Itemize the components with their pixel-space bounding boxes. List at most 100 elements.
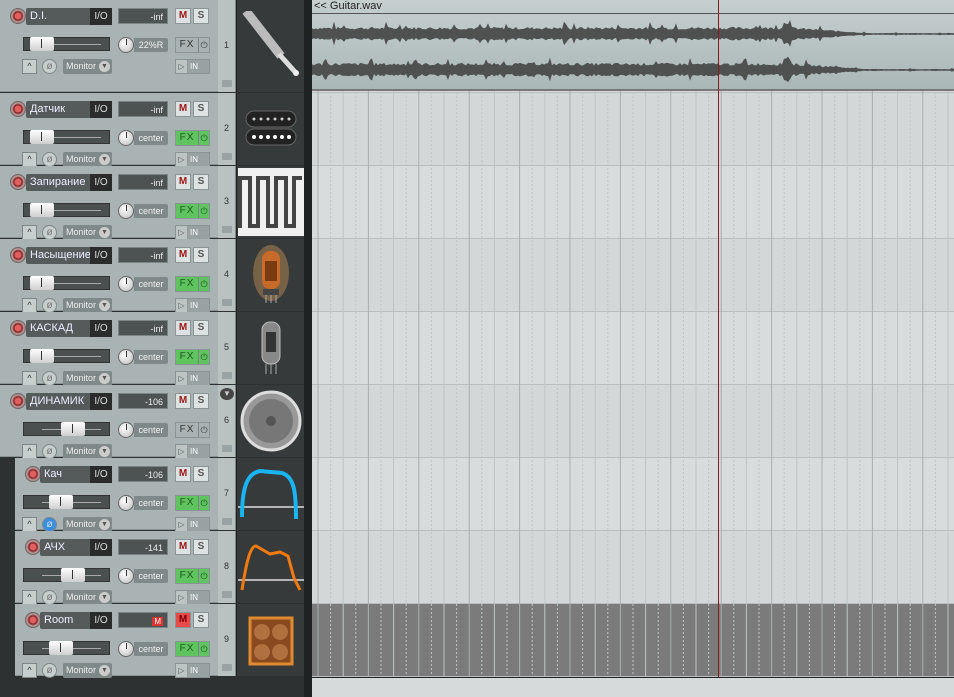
glowing-tube-icon[interactable] [236, 239, 304, 311]
folder-icon[interactable] [222, 153, 232, 160]
pan-knob[interactable] [118, 641, 134, 657]
envelope-button[interactable]: ^ [22, 298, 37, 313]
bandpass-curve-blue-icon[interactable] [236, 458, 304, 530]
monitor-dropdown[interactable]: Monitor ▼ [63, 225, 112, 240]
mute-button[interactable]: M [175, 612, 191, 628]
fx-button[interactable]: FX ⏻ [175, 203, 210, 219]
folder-icon[interactable] [222, 664, 232, 671]
folder-icon[interactable] [222, 518, 232, 525]
track-2[interactable]: Датчик I/O -inf M S center FX ⏻ ^ ø Monit… [0, 93, 304, 167]
fx-bypass-power-icon[interactable]: ⏻ [198, 423, 209, 437]
envelope-button[interactable]: ^ [22, 444, 37, 459]
track-name[interactable]: АЧХ [40, 539, 90, 556]
fx-bypass-power-icon[interactable]: ⏻ [198, 642, 209, 656]
fx-button[interactable]: FX ⏻ [175, 37, 210, 53]
track-6[interactable]: ДИНАМИК I/O -106 M S center FX ⏻ ^ ø Moni… [0, 385, 304, 459]
input-fx-button[interactable]: ▷ IN [175, 371, 210, 386]
record-arm-button[interactable] [10, 393, 26, 409]
volume-fader[interactable] [23, 349, 110, 363]
volume-fader[interactable] [23, 37, 110, 51]
record-arm-button[interactable] [25, 466, 41, 482]
mute-button[interactable]: M [175, 8, 191, 24]
guitar-jack-icon[interactable] [236, 0, 304, 92]
horizontal-scrollbar-area[interactable] [312, 677, 954, 697]
mute-button[interactable]: M [175, 393, 191, 409]
phase-invert-button[interactable]: ø [42, 444, 57, 459]
fx-button[interactable]: FX ⏻ [175, 130, 210, 146]
input-fx-button[interactable]: ▷ IN [175, 225, 210, 240]
fx-button[interactable]: FX ⏻ [175, 349, 210, 365]
playhead-cursor[interactable] [718, 0, 719, 697]
fader-thumb[interactable] [30, 203, 54, 217]
arrange-view[interactable]: << Guitar.wav [312, 0, 954, 697]
guitar-cabinet-icon[interactable] [236, 604, 304, 676]
track-9[interactable]: Room I/O M M S center FX ⏻ ^ ø Monitor ▼ ▷… [0, 604, 304, 678]
speaker-icon[interactable] [236, 385, 304, 457]
track-name[interactable]: КАСКАД [26, 320, 90, 337]
envelope-button[interactable]: ^ [22, 59, 37, 74]
track-7[interactable]: Кач I/O -106 M S center FX ⏻ ^ ø Monitor ▼… [0, 458, 304, 532]
io-button[interactable]: I/O [90, 539, 112, 556]
input-fx-button[interactable]: ▷ IN [175, 59, 210, 74]
track-number-column[interactable]: 3 [218, 166, 236, 238]
mute-button[interactable]: M [175, 320, 191, 336]
pan-knob[interactable] [118, 130, 134, 146]
solo-button[interactable]: S [193, 8, 209, 24]
record-arm-button[interactable] [10, 174, 26, 190]
mute-button[interactable]: M [175, 247, 191, 263]
pan-knob[interactable] [118, 203, 134, 219]
record-arm-button[interactable] [10, 101, 26, 117]
monitor-dropdown[interactable]: Monitor ▼ [63, 517, 112, 532]
input-fx-button[interactable]: ▷ IN [175, 298, 210, 313]
envelope-button[interactable]: ^ [22, 152, 37, 167]
phase-invert-button[interactable]: ø [42, 152, 57, 167]
track-number-column[interactable]: 1 [218, 0, 236, 92]
record-arm-button[interactable] [10, 8, 26, 24]
phase-invert-button[interactable]: ø [42, 590, 57, 605]
fx-bypass-power-icon[interactable]: ⏻ [198, 204, 209, 218]
solo-button[interactable]: S [193, 101, 209, 117]
phase-invert-button[interactable]: ø [42, 517, 57, 532]
pan-knob[interactable] [118, 422, 134, 438]
fader-thumb[interactable] [30, 130, 54, 144]
record-arm-button[interactable] [10, 320, 26, 336]
fx-bypass-power-icon[interactable]: ⏻ [198, 496, 209, 510]
fader-thumb[interactable] [49, 495, 73, 509]
fader-thumb[interactable] [30, 349, 54, 363]
monitor-dropdown[interactable]: Monitor ▼ [63, 371, 112, 386]
mute-button[interactable]: M [175, 101, 191, 117]
track-name[interactable]: Запирание [26, 174, 90, 191]
fader-thumb[interactable] [49, 641, 73, 655]
solo-button[interactable]: S [193, 393, 209, 409]
io-button[interactable]: I/O [90, 101, 112, 118]
pan-knob[interactable] [118, 349, 134, 365]
track-name[interactable]: Насыщение [26, 247, 90, 264]
solo-button[interactable]: S [193, 247, 209, 263]
track-1[interactable]: D.I. I/O -inf M S 22%R FX ⏻ ^ ø Monitor ▼ … [0, 0, 304, 93]
solo-button[interactable]: S [193, 174, 209, 190]
pan-knob[interactable] [118, 495, 134, 511]
phase-invert-button[interactable]: ø [42, 59, 57, 74]
folder-icon[interactable] [222, 372, 232, 379]
track-number-column[interactable]: 9 [218, 604, 236, 676]
envelope-button[interactable]: ^ [22, 517, 37, 532]
track-name[interactable]: D.I. [26, 8, 90, 25]
fader-thumb[interactable] [61, 422, 85, 436]
folder-collapse-button[interactable]: ▼ [220, 388, 234, 400]
record-arm-button[interactable] [25, 539, 41, 555]
record-arm-button[interactable] [10, 247, 26, 263]
panel-divider[interactable] [304, 0, 312, 697]
mute-button[interactable]: M [175, 174, 191, 190]
solo-button[interactable]: S [193, 320, 209, 336]
track-number-column[interactable]: 8 [218, 531, 236, 603]
input-fx-button[interactable]: ▷ IN [175, 663, 210, 678]
fx-bypass-power-icon[interactable]: ⏻ [198, 569, 209, 583]
monitor-dropdown[interactable]: Monitor ▼ [63, 663, 112, 678]
vacuum-tube-icon[interactable] [236, 312, 304, 384]
io-button[interactable]: I/O [90, 247, 112, 264]
input-fx-button[interactable]: ▷ IN [175, 590, 210, 605]
fader-thumb[interactable] [30, 276, 54, 290]
track-number-column[interactable]: 2 [218, 93, 236, 165]
io-button[interactable]: I/O [90, 466, 112, 483]
track-5[interactable]: КАСКАД I/O -inf M S center FX ⏻ ^ ø Monit… [0, 312, 304, 386]
